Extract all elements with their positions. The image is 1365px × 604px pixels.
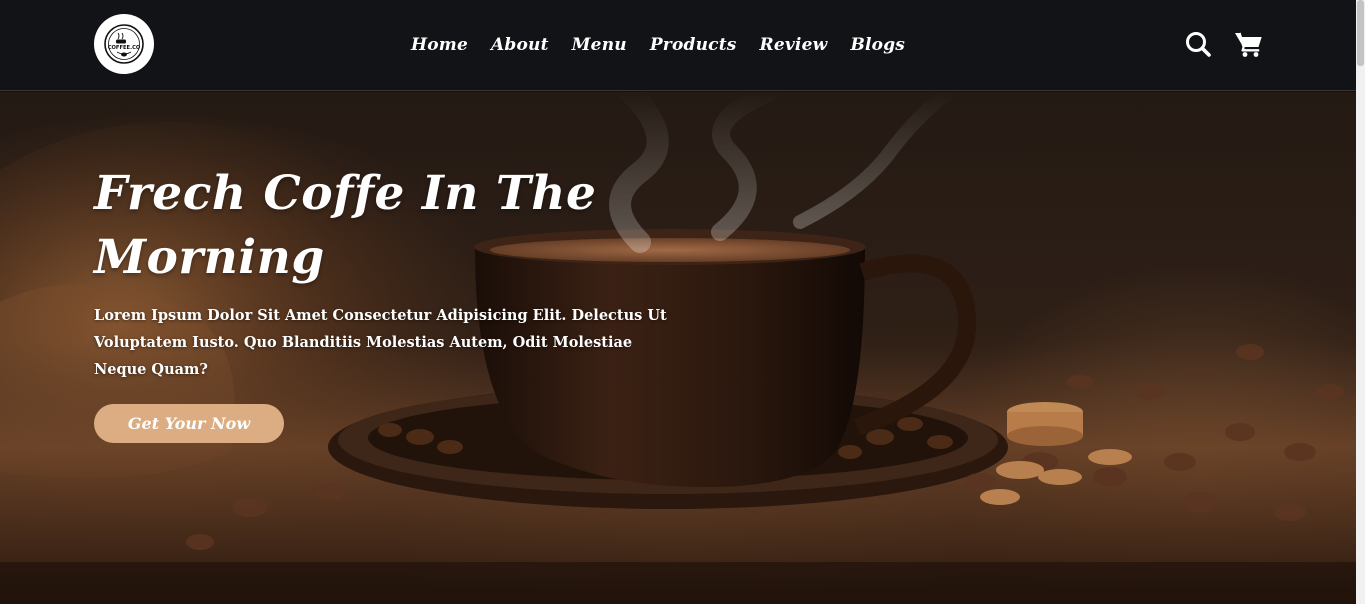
hero-description: Lorem Ipsum Dolor Sit Amet Consectetur A…	[94, 307, 667, 378]
page-scrollbar[interactable]	[1356, 0, 1365, 604]
nav-about[interactable]: About	[491, 35, 549, 55]
hero-title-line-2: Morning	[94, 230, 325, 285]
hero-title-line-1: Frech Coffe In The	[94, 166, 597, 221]
nav-products[interactable]: Products	[650, 35, 737, 55]
logo[interactable]: COFFEE.CO	[94, 14, 154, 74]
header-actions	[1184, 30, 1264, 58]
scrollbar-thumb[interactable]	[1357, 0, 1364, 66]
nav-review[interactable]: Review	[760, 35, 828, 55]
cart-icon[interactable]	[1234, 30, 1264, 58]
coffee-logo-icon: COFFEE.CO	[104, 24, 144, 64]
hero-section: Frech Coffe In The Morning Lorem Ipsum D…	[0, 92, 1356, 604]
nav-home[interactable]: Home	[411, 35, 468, 55]
nav-menu[interactable]: Menu	[572, 35, 627, 55]
search-icon[interactable]	[1184, 30, 1212, 58]
hero-title: Frech Coffe In The Morning	[94, 162, 694, 290]
site-header: COFFEE.CO Home About Menu Products Revie…	[0, 0, 1356, 91]
hero-content: Frech Coffe In The Morning Lorem Ipsum D…	[94, 162, 694, 443]
logo-text: COFFEE.CO	[108, 45, 141, 51]
get-your-now-button[interactable]: Get Your Now	[94, 404, 284, 443]
nav-blogs[interactable]: Blogs	[850, 35, 905, 55]
page: COFFEE.CO Home About Menu Products Revie…	[0, 0, 1365, 604]
main-nav: Home About Menu Products Review Blogs	[411, 33, 905, 57]
